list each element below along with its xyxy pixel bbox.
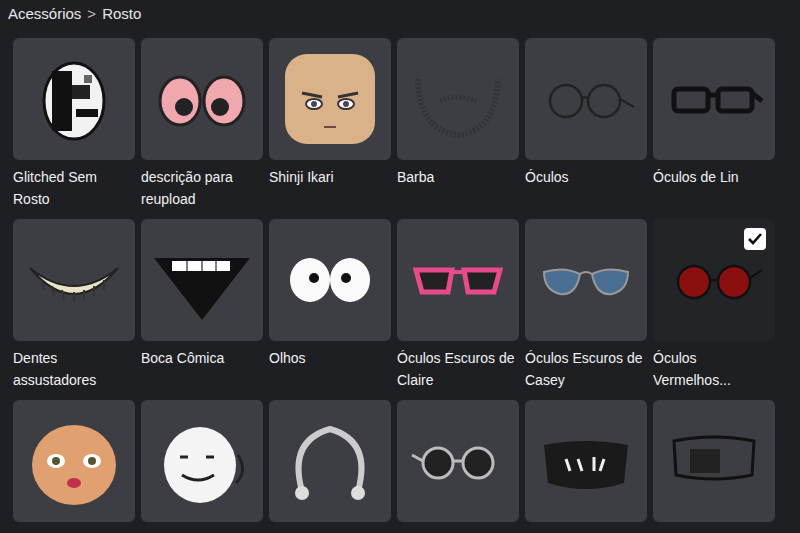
band-mask-icon [664, 411, 764, 511]
glitch-icon [24, 49, 124, 149]
pink-sunglasses-icon [408, 230, 508, 330]
item-grid: Glitched Sem Rostodescrição para reuploa… [0, 24, 800, 522]
item-card[interactable]: descrição para reupload [141, 38, 263, 210]
item-card[interactable]: Barba [397, 38, 519, 210]
item-thumbnail[interactable] [141, 219, 263, 341]
item-name: Olhos [269, 347, 391, 391]
item-name: Óculos Vermelhos... [653, 347, 775, 391]
item-card[interactable]: Shinji Ikari [269, 38, 391, 210]
item-thumbnail[interactable] [269, 400, 391, 522]
item-name: Boca Cômica [141, 347, 263, 391]
piercing-icon [280, 411, 380, 511]
item-thumbnail[interactable] [141, 400, 263, 522]
item-thumbnail[interactable] [13, 38, 135, 160]
pink-eyes-icon [152, 49, 252, 149]
item-card[interactable]: Óculos de Lin [653, 38, 775, 210]
item-name: descrição para reupload [141, 166, 263, 210]
item-card[interactable]: Dentes assustadores [13, 219, 135, 391]
white-mask-icon [152, 411, 252, 511]
item-thumbnail[interactable] [141, 38, 263, 160]
item-thumbnail[interactable] [525, 400, 647, 522]
beard-icon [408, 49, 508, 149]
item-card[interactable]: Óculos Vermelhos... [653, 219, 775, 391]
item-card[interactable] [13, 400, 135, 522]
item-thumbnail[interactable] [397, 38, 519, 160]
item-card[interactable]: Óculos [525, 38, 647, 210]
orange-head-icon [24, 411, 124, 511]
teeth-icon [24, 230, 124, 330]
item-card[interactable] [525, 400, 647, 522]
item-card[interactable] [141, 400, 263, 522]
item-card[interactable] [653, 400, 775, 522]
item-name: Óculos [525, 166, 647, 210]
round-glasses-icon [536, 49, 636, 149]
white-eyes-icon [280, 230, 380, 330]
item-thumbnail[interactable] [397, 219, 519, 341]
head-icon [280, 49, 380, 149]
breadcrumb: Acessórios > Rosto [0, 0, 800, 24]
item-thumbnail[interactable] [269, 219, 391, 341]
item-name: Óculos Escuros de Claire [397, 347, 519, 391]
breadcrumb-item[interactable]: Acessórios [8, 4, 81, 24]
item-card[interactable] [269, 400, 391, 522]
item-card[interactable]: Boca Cômica [141, 219, 263, 391]
item-thumbnail[interactable] [525, 38, 647, 160]
square-glasses-icon [664, 49, 764, 149]
item-card[interactable]: Olhos [269, 219, 391, 391]
item-thumbnail[interactable] [13, 400, 135, 522]
breadcrumb-separator: > [87, 4, 96, 24]
breadcrumb-item[interactable]: Rosto [102, 4, 141, 24]
avatar-editor: Acessórios>RostoGlitched Sem Rostodescri… [0, 0, 800, 533]
item-name: Barba [397, 166, 519, 210]
item-name: Óculos Escuros de Casey [525, 347, 647, 391]
checkbox-checked-icon[interactable] [744, 228, 766, 250]
item-thumbnail[interactable] [269, 38, 391, 160]
item-card[interactable]: Óculos Escuros de Casey [525, 219, 647, 391]
item-card[interactable] [397, 400, 519, 522]
item-thumbnail[interactable] [13, 219, 135, 341]
black-mask-icon [536, 411, 636, 511]
item-card[interactable]: Óculos Escuros de Claire [397, 219, 519, 391]
item-name: Glitched Sem Rosto [13, 166, 135, 210]
item-name: Shinji Ikari [269, 166, 391, 210]
item-card[interactable]: Glitched Sem Rosto [13, 38, 135, 210]
item-name: Dentes assustadores [13, 347, 135, 391]
item-thumbnail[interactable] [525, 219, 647, 341]
item-thumbnail[interactable] [653, 219, 775, 341]
dark-sunglasses-icon [408, 411, 508, 511]
mouth-icon [152, 230, 252, 330]
item-name: Óculos de Lin [653, 166, 775, 210]
item-thumbnail[interactable] [653, 400, 775, 522]
item-thumbnail[interactable] [397, 400, 519, 522]
aviators-icon [536, 230, 636, 330]
item-thumbnail[interactable] [653, 38, 775, 160]
